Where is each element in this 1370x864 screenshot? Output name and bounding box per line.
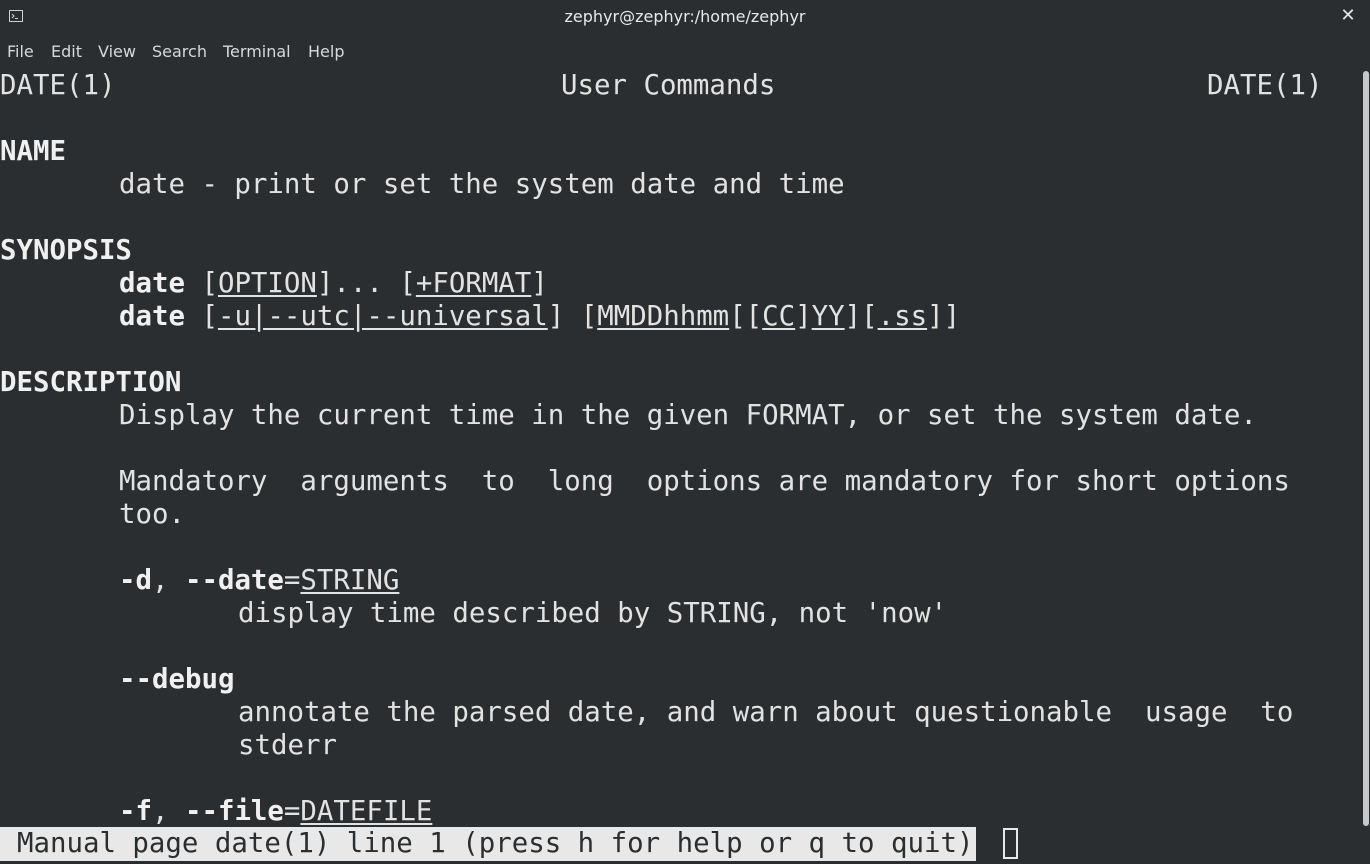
option-date: -d, --date=STRING <box>119 564 399 597</box>
section-synopsis-heading: SYNOPSIS <box>0 235 132 266</box>
option-equals: = <box>283 796 301 827</box>
option-separator: , <box>151 565 185 596</box>
section-name-heading: NAME <box>0 136 66 167</box>
synopsis-command: date <box>119 268 185 299</box>
window-title: zephyr@zephyr:/home/zephyr <box>564 7 806 26</box>
name-text: date - print or set the system date and … <box>119 169 845 200</box>
close-icon[interactable]: ✕ <box>1338 6 1358 26</box>
description-line-2: Mandatory arguments to long options are … <box>119 466 1290 497</box>
option-debug-description-2: stderr <box>238 730 337 761</box>
option-flag: --date <box>184 565 284 596</box>
option-flag: --file <box>184 796 284 827</box>
synopsis-text: ]... [ <box>316 268 416 299</box>
synopsis-option: OPTION <box>217 268 317 299</box>
description-line-1: Display the current time in the given FO… <box>119 400 1257 431</box>
menu-view[interactable]: View <box>98 42 136 61</box>
menu-search[interactable]: Search <box>152 42 207 61</box>
synopsis-command: date <box>119 301 185 332</box>
section-description-heading: DESCRIPTION <box>0 367 182 398</box>
menu-terminal[interactable]: Terminal <box>223 42 291 61</box>
synopsis-text: [ <box>184 268 218 299</box>
synopsis-text: ] <box>795 301 812 332</box>
option-arg: DATEFILE <box>300 796 433 827</box>
synopsis-text: ]] <box>927 301 961 332</box>
terminal-cursor <box>1003 828 1018 859</box>
terminal-window: zephyr@zephyr:/home/zephyr ✕ File Edit V… <box>0 0 1370 864</box>
menu-help[interactable]: Help <box>308 42 344 61</box>
menu-file[interactable]: File <box>7 42 34 61</box>
option-separator: , <box>151 796 185 827</box>
menu-bar: File Edit View Search Terminal Help <box>0 35 1370 69</box>
option-debug-description-1: annotate the parsed date, and warn about… <box>238 697 1294 728</box>
option-debug: --debug <box>119 664 235 695</box>
option-flag: -d <box>119 565 152 596</box>
man-header-left: DATE(1) <box>0 70 116 101</box>
scrollbar[interactable] <box>1362 68 1370 864</box>
synopsis-text: ][ <box>844 301 878 332</box>
man-header-right: DATE(1) <box>1207 70 1323 101</box>
synopsis-line-1: date [OPTION]... [+FORMAT] <box>119 267 548 300</box>
option-file: -f, --file=DATEFILE <box>119 795 432 828</box>
synopsis-mmddhhmm: MMDDhhmm <box>597 301 730 332</box>
option-date-description: display time described by STRING, not 'n… <box>238 598 948 629</box>
man-header-center: User Commands <box>561 70 776 101</box>
synopsis-text: ] [ <box>547 301 598 332</box>
option-equals: = <box>283 565 301 596</box>
scrollbar-thumb[interactable] <box>1363 71 1369 826</box>
synopsis-text: [ <box>184 301 218 332</box>
title-bar[interactable]: zephyr@zephyr:/home/zephyr ✕ <box>0 0 1370 35</box>
synopsis-text: ] <box>531 268 548 299</box>
description-line-3: too. <box>119 499 185 530</box>
synopsis-cc: CC <box>762 301 796 332</box>
synopsis-line-2: date [-u|--utc|--universal] [MMDDhhmm[[C… <box>119 300 960 333</box>
synopsis-format: +FORMAT <box>415 268 532 299</box>
terminal-content[interactable]: DATE(1) User Commands DATE(1) NAME date … <box>0 68 1362 864</box>
synopsis-utc: -u|--utc|--universal <box>217 301 548 332</box>
menu-edit[interactable]: Edit <box>51 42 82 61</box>
synopsis-ss: .ss <box>877 301 928 332</box>
synopsis-yy: YY <box>811 301 845 332</box>
option-flag: -f <box>119 796 152 827</box>
option-arg: STRING <box>300 565 400 596</box>
synopsis-text: [[ <box>729 301 763 332</box>
pager-status-line: Manual page date(1) line 1 (press h for … <box>0 827 977 861</box>
